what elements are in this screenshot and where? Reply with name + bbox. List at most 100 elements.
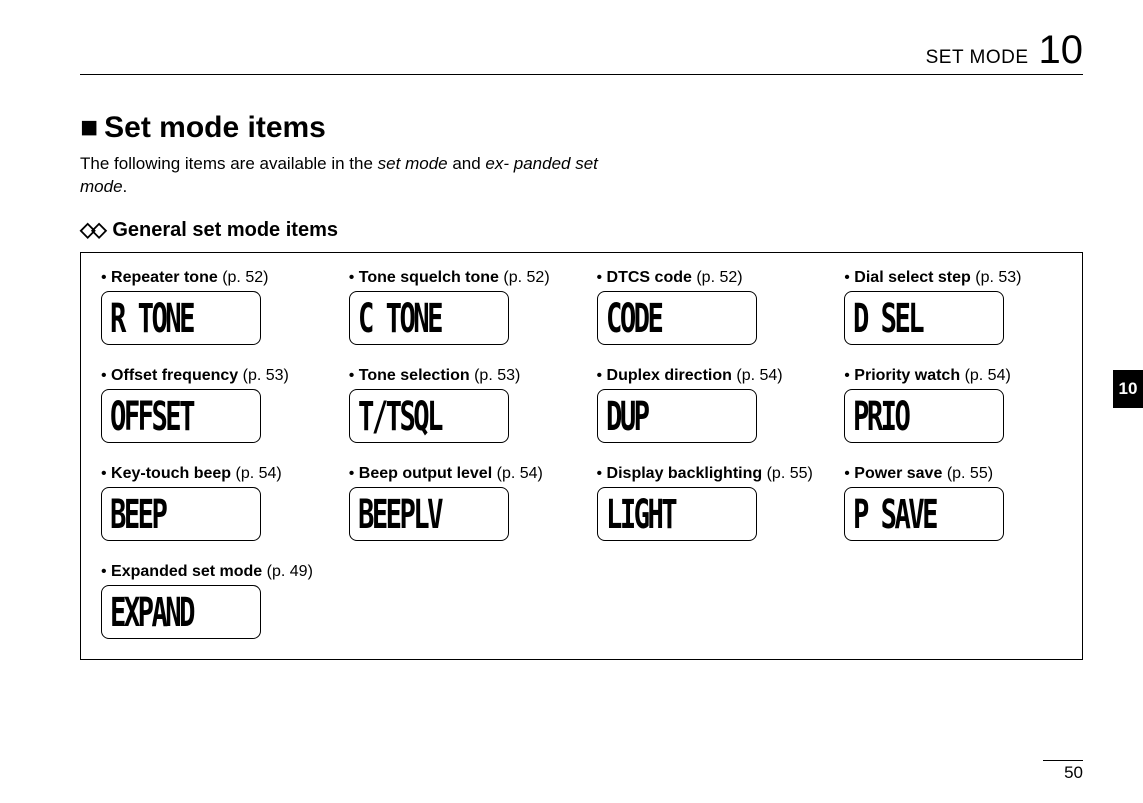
item-label: • Offset frequency (p. 53): [101, 367, 319, 385]
lcd-text: PRIO: [853, 392, 908, 440]
bullet-icon: •: [101, 465, 111, 482]
diamond-icon: ◇◇: [80, 219, 103, 241]
item-page-ref: (p. 54): [236, 465, 282, 482]
item-page-ref: (p. 52): [696, 269, 742, 286]
bullet-icon: •: [101, 269, 111, 286]
lcd-text: CODE: [606, 294, 661, 342]
item-name: Beep output level: [359, 465, 492, 482]
item-name: Priority watch: [854, 367, 960, 384]
bullet-icon: •: [597, 269, 607, 286]
item-page-ref: (p. 54): [965, 367, 1011, 384]
setmode-item: • DTCS code (p. 52) CODE: [597, 269, 815, 345]
item-page-ref: (p. 54): [736, 367, 782, 384]
item-name: Expanded set mode: [111, 563, 262, 580]
sub-heading-text: General set mode items: [112, 219, 338, 241]
sub-heading: ◇◇ General set mode items: [80, 217, 1083, 242]
item-page-ref: (p. 53): [975, 269, 1021, 286]
item-label: • Display backlighting (p. 55): [597, 465, 815, 483]
side-tab: 10: [1113, 370, 1143, 408]
setmode-item: • Tone squelch tone (p. 52) C TONE: [349, 269, 567, 345]
lcd-display: EXPAND: [101, 585, 261, 639]
intro-text-mid: and: [448, 154, 486, 173]
item-name: Key-touch beep: [111, 465, 231, 482]
item-label: • Power save (p. 55): [844, 465, 1062, 483]
item-name: Display backlighting: [607, 465, 763, 482]
setmode-item: • Display backlighting (p. 55) LIGHT: [597, 465, 815, 541]
lcd-text: LIGHT: [606, 490, 675, 538]
intro-text-pre: The following items are available in the: [80, 154, 378, 173]
setmode-item: • Beep output level (p. 54) BEEPLV: [349, 465, 567, 541]
lcd-display: D SEL: [844, 291, 1004, 345]
lcd-text: R TONE: [110, 294, 193, 342]
item-label: • Beep output level (p. 54): [349, 465, 567, 483]
item-name: Power save: [854, 465, 942, 482]
item-page-ref: (p. 54): [497, 465, 543, 482]
lcd-display: BEEPLV: [349, 487, 509, 541]
lcd-display: CODE: [597, 291, 757, 345]
bullet-icon: •: [597, 465, 607, 482]
item-page-ref: (p. 55): [767, 465, 813, 482]
item-name: Dial select step: [854, 269, 971, 286]
lcd-display: PRIO: [844, 389, 1004, 443]
setmode-item: • Power save (p. 55) P SAVE: [844, 465, 1062, 541]
item-name: Duplex direction: [607, 367, 732, 384]
lcd-display: T/TSQL: [349, 389, 509, 443]
lcd-display: R TONE: [101, 291, 261, 345]
bullet-icon: •: [844, 269, 854, 286]
lcd-text: T/TSQL: [358, 392, 441, 440]
bullet-icon: •: [844, 367, 854, 384]
item-label: • Key-touch beep (p. 54): [101, 465, 319, 483]
bullet-icon: •: [349, 465, 359, 482]
bullet-icon: •: [844, 465, 854, 482]
bullet-icon: •: [349, 367, 359, 384]
lcd-display: P SAVE: [844, 487, 1004, 541]
item-label: • Priority watch (p. 54): [844, 367, 1062, 385]
intro-italic-1: set mode: [378, 154, 448, 173]
item-label: • Duplex direction (p. 54): [597, 367, 815, 385]
lcd-text: EXPAND: [110, 588, 193, 636]
setmode-item: • Dial select step (p. 53) D SEL: [844, 269, 1062, 345]
item-name: Repeater tone: [111, 269, 218, 286]
setmode-item: • Tone selection (p. 53) T/TSQL: [349, 367, 567, 443]
items-panel: • Repeater tone (p. 52) R TONE • Tone sque…: [80, 252, 1083, 660]
square-bullet-icon: ■: [80, 111, 98, 144]
lcd-display: C TONE: [349, 291, 509, 345]
intro-paragraph: The following items are available in the…: [80, 153, 600, 199]
lcd-display: OFFSET: [101, 389, 261, 443]
item-label: • Tone squelch tone (p. 52): [349, 269, 567, 287]
setmode-item: • Key-touch beep (p. 54) BEEP: [101, 465, 319, 541]
item-page-ref: (p. 49): [267, 563, 313, 580]
items-grid: • Repeater tone (p. 52) R TONE • Tone sque…: [101, 269, 1062, 639]
item-name: DTCS code: [607, 269, 692, 286]
section-title: ■Set mode items: [80, 111, 1083, 145]
item-label: • Tone selection (p. 53): [349, 367, 567, 385]
setmode-item: • Priority watch (p. 54) PRIO: [844, 367, 1062, 443]
lcd-text: D SEL: [853, 294, 922, 342]
lcd-text: BEEPLV: [358, 490, 441, 538]
intro-text-post: .: [123, 177, 128, 196]
item-label: • Repeater tone (p. 52): [101, 269, 319, 287]
lcd-text: BEEP: [110, 490, 165, 538]
lcd-text: P SAVE: [853, 490, 936, 538]
lcd-display: BEEP: [101, 487, 261, 541]
item-name: Tone squelch tone: [359, 269, 499, 286]
item-label: • Dial select step (p. 53): [844, 269, 1062, 287]
item-page-ref: (p. 52): [503, 269, 549, 286]
item-label: • Expanded set mode (p. 49): [101, 563, 319, 581]
lcd-display: LIGHT: [597, 487, 757, 541]
section-title-text: Set mode items: [104, 111, 326, 144]
chapter-number: 10: [1039, 30, 1084, 70]
setmode-item: • Repeater tone (p. 52) R TONE: [101, 269, 319, 345]
lcd-text: OFFSET: [110, 392, 193, 440]
item-page-ref: (p. 52): [222, 269, 268, 286]
item-name: Tone selection: [359, 367, 470, 384]
lcd-text: C TONE: [358, 294, 441, 342]
item-label: • DTCS code (p. 52): [597, 269, 815, 287]
lcd-text: DUP: [606, 392, 647, 440]
item-page-ref: (p. 53): [243, 367, 289, 384]
bullet-icon: •: [597, 367, 607, 384]
setmode-item: • Duplex direction (p. 54) DUP: [597, 367, 815, 443]
setmode-item: • Offset frequency (p. 53) OFFSET: [101, 367, 319, 443]
lcd-display: DUP: [597, 389, 757, 443]
item-name: Offset frequency: [111, 367, 238, 384]
